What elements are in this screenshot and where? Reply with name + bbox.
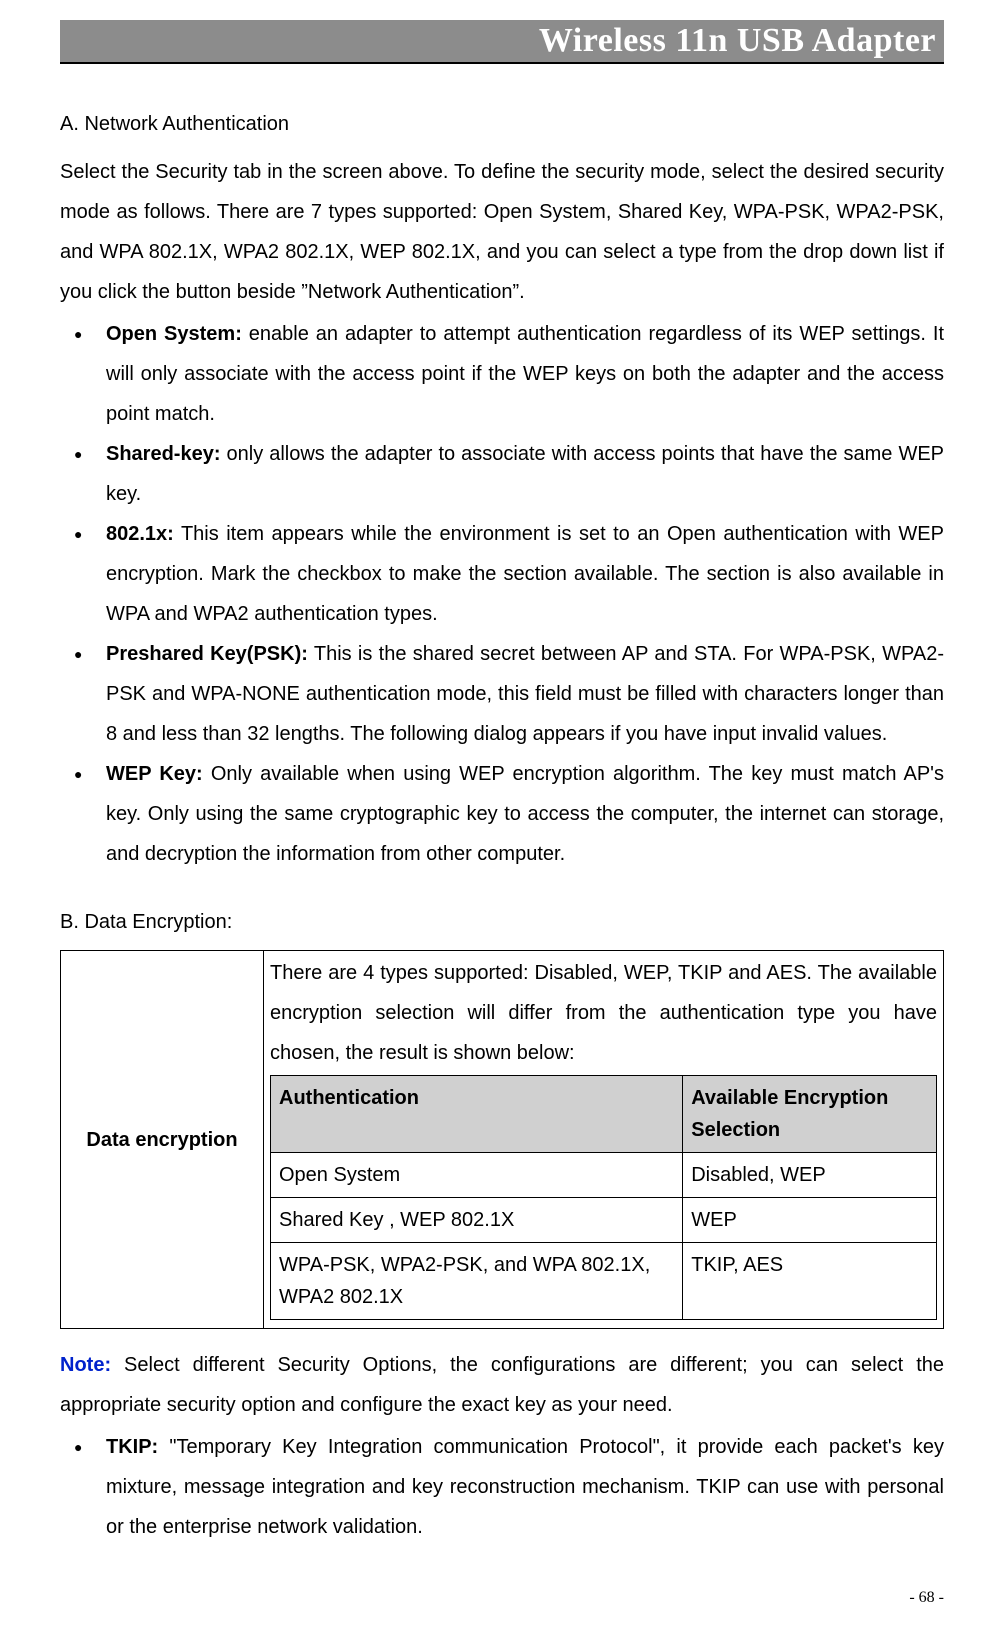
- list-item-label: Shared-key:: [106, 443, 221, 465]
- header-authentication: Authentication: [271, 1076, 683, 1153]
- cell-auth: Open System: [271, 1153, 683, 1198]
- table-row: WPA-PSK, WPA2-PSK, and WPA 802.1X, WPA2 …: [271, 1243, 937, 1320]
- auth-enc-table: Authentication Available Encryption Sele…: [270, 1075, 937, 1320]
- header-encryption: Available Encryption Selection: [683, 1076, 937, 1153]
- list-item-body: Only available when using WEP encryption…: [106, 763, 944, 865]
- notes-list: TKIP: "Temporary Key Integration communi…: [60, 1427, 944, 1547]
- table-row: Open System Disabled, WEP: [271, 1153, 937, 1198]
- list-item-label: Open System:: [106, 323, 242, 345]
- list-item: Preshared Key(PSK): This is the shared s…: [60, 634, 944, 754]
- cell-enc: WEP: [683, 1198, 937, 1243]
- data-encryption-table: Data encryption There are 4 types suppor…: [60, 950, 944, 1329]
- row-desc-cell: There are 4 types supported: Disabled, W…: [264, 951, 944, 1329]
- list-item-label: TKIP:: [106, 1436, 158, 1458]
- table-row: Authentication Available Encryption Sele…: [271, 1076, 937, 1153]
- data-encryption-desc: There are 4 types supported: Disabled, W…: [270, 953, 937, 1073]
- note-label: Note:: [60, 1354, 111, 1376]
- section-a-list: Open System: enable an adapter to attemp…: [60, 314, 944, 874]
- list-item-body: "Temporary Key Integration communication…: [106, 1436, 944, 1538]
- list-item: TKIP: "Temporary Key Integration communi…: [60, 1427, 944, 1547]
- list-item-label: 802.1x:: [106, 523, 174, 545]
- list-item-label: Preshared Key(PSK):: [106, 643, 308, 665]
- row-label-cell: Data encryption: [61, 951, 264, 1329]
- page-number: - 68 -: [909, 1589, 944, 1607]
- cell-auth: Shared Key , WEP 802.1X: [271, 1198, 683, 1243]
- list-item: Open System: enable an adapter to attemp…: [60, 314, 944, 434]
- list-item-label: WEP Key:: [106, 763, 203, 785]
- cell-enc: TKIP, AES: [683, 1243, 937, 1320]
- note-text: Note: Select different Security Options,…: [60, 1345, 944, 1425]
- list-item: WEP Key: Only available when using WEP e…: [60, 754, 944, 874]
- list-item-body: This item appears while the environment …: [106, 523, 944, 625]
- note-body: Select different Security Options, the c…: [60, 1354, 944, 1416]
- section-a-title: A. Network Authentication: [60, 104, 944, 144]
- table-row: Shared Key , WEP 802.1X WEP: [271, 1198, 937, 1243]
- section-b-title: B. Data Encryption:: [60, 902, 944, 942]
- cell-auth: WPA-PSK, WPA2-PSK, and WPA 802.1X, WPA2 …: [271, 1243, 683, 1320]
- list-item: 802.1x: This item appears while the envi…: [60, 514, 944, 634]
- list-item-body: only allows the adapter to associate wit…: [106, 443, 944, 505]
- section-a-intro: Select the Security tab in the screen ab…: [60, 152, 944, 312]
- header-underline: [60, 62, 944, 64]
- header-banner: Wireless 11n USB Adapter: [60, 20, 944, 62]
- list-item: Shared-key: only allows the adapter to a…: [60, 434, 944, 514]
- table-row: Data encryption There are 4 types suppor…: [61, 951, 944, 1329]
- cell-enc: Disabled, WEP: [683, 1153, 937, 1198]
